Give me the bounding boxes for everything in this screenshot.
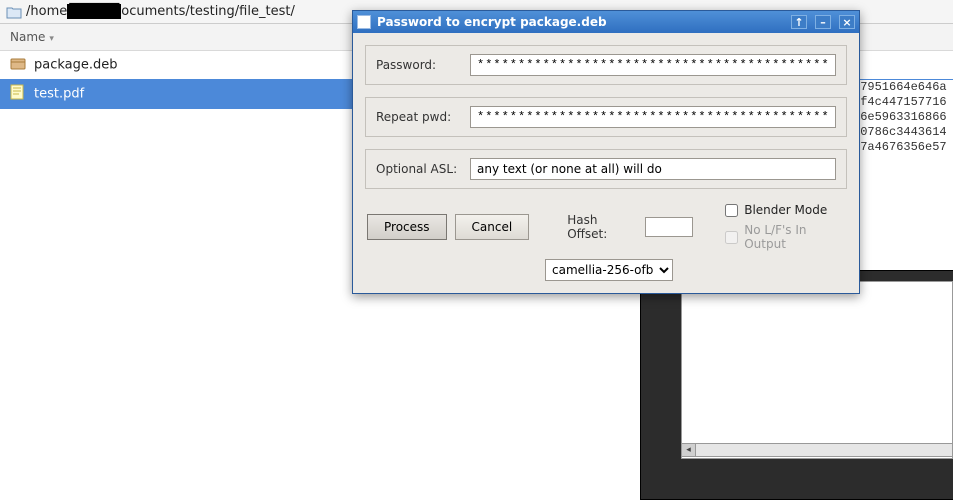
breadcrumb-path: /home█████ocuments/testing/file_test/ xyxy=(26,4,295,19)
background-window-content xyxy=(681,281,953,459)
repeat-label: Repeat pwd: xyxy=(376,110,460,124)
dialog-titlebar[interactable]: Password to encrypt package.deb ↑ – × xyxy=(353,11,859,33)
password-row: Password: xyxy=(365,45,847,85)
cipher-select[interactable]: camellia-256-ofb xyxy=(545,259,673,281)
rollup-button[interactable]: ↑ xyxy=(791,15,807,29)
hashoffset-input[interactable] xyxy=(645,217,693,237)
asl-row: Optional ASL: xyxy=(365,149,847,189)
repeat-input[interactable] xyxy=(470,106,836,128)
password-label: Password: xyxy=(376,58,460,72)
package-icon xyxy=(10,56,28,74)
background-scrollbar[interactable]: ◂ xyxy=(681,443,953,459)
blender-checkbox[interactable]: Blender Mode xyxy=(725,203,845,217)
file-name: test.pdf xyxy=(34,87,84,102)
folder-icon xyxy=(6,4,22,20)
close-button[interactable]: × xyxy=(839,15,855,29)
document-icon xyxy=(10,84,28,104)
encrypt-dialog: Password to encrypt package.deb ↑ – × Pa… xyxy=(352,10,860,294)
hash-output: 87951664e646a2f4c44715771606e59633168665… xyxy=(853,80,953,155)
cancel-button[interactable]: Cancel xyxy=(455,214,530,240)
background-window: ◂ xyxy=(640,270,953,500)
hashoffset-label: Hash Offset: xyxy=(567,213,637,241)
file-name: package.deb xyxy=(34,58,118,73)
process-button[interactable]: Process xyxy=(367,214,447,240)
asl-input[interactable] xyxy=(470,158,836,180)
nolf-checkbox: No L/F's In Output xyxy=(725,223,845,251)
minimize-button[interactable]: – xyxy=(815,15,831,29)
sort-asc-icon: ▾ xyxy=(49,34,54,44)
app-icon xyxy=(357,15,371,29)
password-input[interactable] xyxy=(470,54,836,76)
dialog-title: Password to encrypt package.deb xyxy=(377,15,783,29)
scroll-left-icon[interactable]: ◂ xyxy=(682,444,696,456)
asl-label: Optional ASL: xyxy=(376,162,460,176)
blender-checkbox-input[interactable] xyxy=(725,204,738,217)
nolf-checkbox-input xyxy=(725,231,738,244)
repeat-row: Repeat pwd: xyxy=(365,97,847,137)
